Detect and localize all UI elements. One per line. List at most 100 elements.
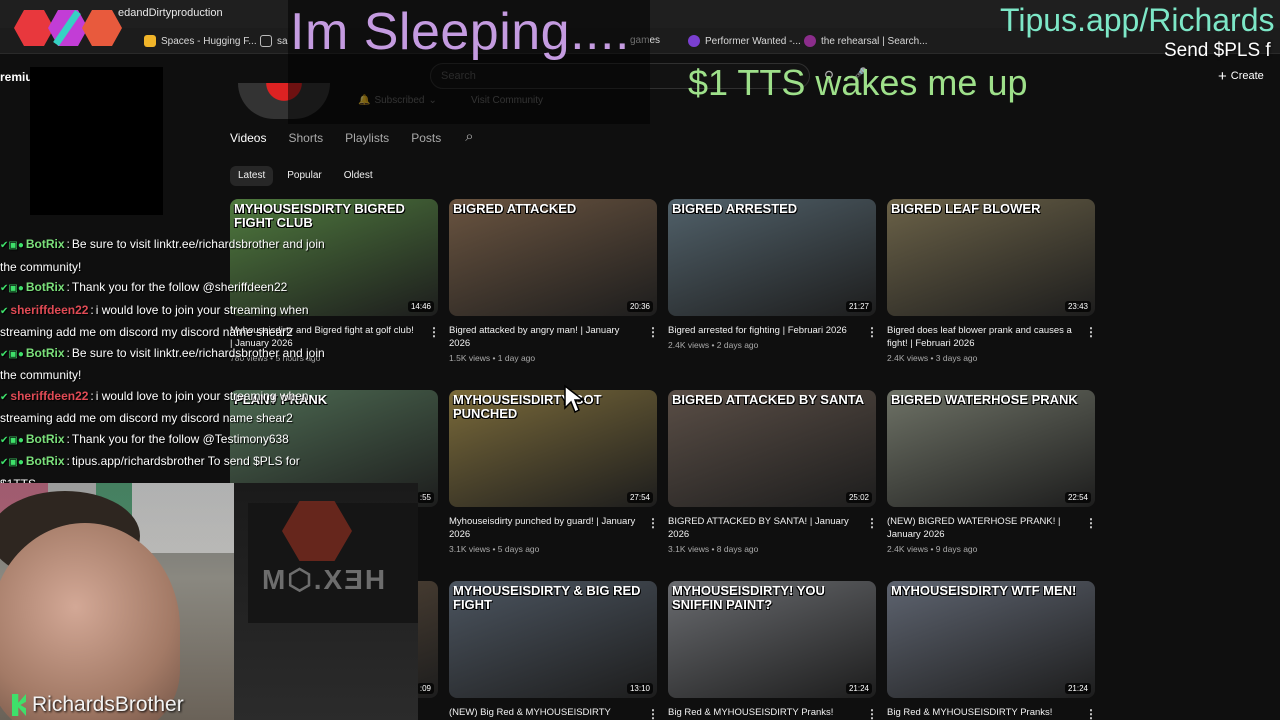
- video-thumbnail[interactable]: MYHOUSEISDIRTY & BIG RED FIGHT 13:10: [449, 581, 657, 698]
- thumbnail-text: BIGRED ATTACKED BY SANTA: [672, 392, 865, 407]
- chat-username[interactable]: sheriffdeen22: [10, 303, 88, 317]
- thumbnail-text: BIGRED WATERHOSE PRANK: [891, 392, 1078, 407]
- chat-message: ✔▣● BotRix: Be sure to visit linktr.ee/ric…: [0, 234, 330, 277]
- chat-message: ✔ sheriffdeen22: i would love to join your…: [0, 300, 330, 343]
- bookmark-icon: [804, 35, 816, 47]
- video-card[interactable]: MYHOUSEISDIRTY GOT PUNCHED 27:54 Myhouseis…: [449, 390, 659, 554]
- chip-popular[interactable]: Popular: [279, 166, 329, 186]
- video-thumbnail[interactable]: BIGRED ARRESTED 21:27: [668, 199, 876, 316]
- video-thumbnail[interactable]: MYHOUSEISDIRTY WTF MEN! 21:24: [887, 581, 1095, 698]
- create-button[interactable]: + Create: [1210, 65, 1272, 87]
- video-thumbnail[interactable]: BIGRED LEAF BLOWER 23:43: [887, 199, 1095, 316]
- video-meta: 2.4K views • 3 days ago: [887, 353, 978, 363]
- bookmark-icon: [688, 35, 700, 47]
- chat-username[interactable]: BotRix: [26, 432, 65, 446]
- video-meta: 3.1K views • 5 days ago: [449, 544, 540, 554]
- tipus-text: Tipus.app/Richards: [1000, 2, 1275, 38]
- video-card[interactable]: MYHOUSEISDIRTY & BIG RED FIGHT 13:10 (NEW)…: [449, 581, 659, 720]
- video-title[interactable]: Big Red & MYHOUSEISDIRTY Pranks!: [887, 706, 1075, 719]
- chat-badge-icon: ✔: [0, 391, 9, 403]
- video-duration: 14:46: [407, 301, 434, 312]
- video-duration: 25:02: [845, 492, 872, 503]
- video-card[interactable]: MYHOUSEISDIRTY WTF MEN! 21:24 Big Red & MY…: [887, 581, 1097, 720]
- thumbnail-text: BIGRED ARRESTED: [672, 201, 798, 216]
- browser-tab-title[interactable]: edandDirtyproduction: [118, 7, 223, 19]
- chat-message: ✔▣● BotRix: Thank you for the follow @Test…: [0, 429, 330, 452]
- chat-username[interactable]: sheriffdeen22: [10, 389, 88, 403]
- video-thumbnail[interactable]: MYHOUSEISDIRTY! YOU SNIFFIN PAINT? 21:24: [668, 581, 876, 698]
- bookmark-3[interactable]: Performer Wanted -...: [688, 35, 801, 47]
- thumbnail-text: MYHOUSEISDIRTY GOT PUNCHED: [453, 392, 602, 421]
- video-meta: 2.4K views • 2 days ago: [668, 340, 759, 350]
- video-thumbnail[interactable]: BIGRED WATERHOSE PRANK 22:54: [887, 390, 1095, 507]
- thumbnail-text: MYHOUSEISDIRTY WTF MEN!: [891, 583, 1077, 598]
- video-duration: 23:43: [1064, 301, 1091, 312]
- video-thumbnail[interactable]: BIGRED ATTACKED BY SANTA 25:02: [668, 390, 876, 507]
- video-title[interactable]: (NEW) BIGRED WATERHOSE PRANK! | January …: [887, 515, 1075, 541]
- video-card[interactable]: BIGRED ATTACKED BY SANTA 25:02 BIGRED ATTA…: [668, 390, 878, 554]
- hex-logo-icon: [14, 10, 122, 46]
- chat-badge-icon: ✔▣●: [0, 240, 24, 251]
- more-options-icon[interactable]: ⋮: [647, 707, 659, 720]
- chat-separator: :: [66, 431, 70, 446]
- more-options-icon[interactable]: ⋮: [866, 516, 878, 530]
- video-title[interactable]: (NEW) Big Red & MYHOUSEISDIRTY Fight!: [449, 706, 637, 720]
- hex-banner-mark: M⬡.XƎH: [262, 564, 388, 595]
- chip-latest[interactable]: Latest: [230, 166, 274, 186]
- streamer-name: RichardsBrother: [32, 693, 184, 716]
- chat-separator: :: [90, 302, 94, 317]
- chat-username[interactable]: BotRix: [26, 346, 65, 360]
- tab-shorts[interactable]: Shorts: [288, 131, 323, 145]
- chat-username[interactable]: BotRix: [26, 237, 65, 251]
- video-title[interactable]: Big Red & MYHOUSEISDIRTY Pranks!: [668, 706, 856, 719]
- chat-message: ✔▣● BotRix: Thank you for the follow @sher…: [0, 277, 330, 300]
- more-options-icon[interactable]: ⋮: [866, 707, 878, 720]
- video-title[interactable]: Bigred arrested for fighting | Februari …: [668, 324, 856, 337]
- chat-message: ✔ sheriffdeen22: i would love to join your…: [0, 386, 330, 429]
- video-title[interactable]: BIGRED ATTACKED BY SANTA! | January 2026: [668, 515, 856, 541]
- black-overlay-box: [30, 67, 163, 215]
- video-title[interactable]: Bigred attacked by angry man! | January …: [449, 324, 637, 350]
- more-options-icon[interactable]: ⋮: [866, 325, 878, 339]
- more-options-icon[interactable]: ⋮: [1085, 707, 1097, 720]
- more-options-icon[interactable]: ⋮: [1085, 325, 1097, 339]
- chat-separator: :: [66, 454, 70, 468]
- video-card[interactable]: BIGRED ATTACKED 20:36 Bigred attacked by a…: [449, 199, 659, 363]
- video-duration: 21:24: [1064, 683, 1091, 694]
- send-pls-text: Send $PLS f: [1164, 40, 1271, 61]
- tab-videos[interactable]: Videos: [230, 131, 266, 145]
- video-meta: 2.4K views • 9 days ago: [887, 544, 978, 554]
- youtube-premium-logo[interactable]: remiu: [0, 70, 33, 84]
- more-options-icon[interactable]: ⋮: [647, 516, 659, 530]
- tab-playlists[interactable]: Playlists: [345, 131, 389, 145]
- chat-username[interactable]: BotRix: [26, 454, 65, 468]
- thumbnail-text: MYHOUSEISDIRTY! YOU SNIFFIN PAINT?: [672, 583, 825, 612]
- bookmark-0[interactable]: Spaces - Hugging F...: [144, 35, 257, 47]
- tab-posts[interactable]: Posts: [411, 131, 441, 145]
- chip-oldest[interactable]: Oldest: [336, 166, 381, 186]
- channel-tabs: Videos Shorts Playlists Posts ⌕: [230, 129, 474, 145]
- video-thumbnail[interactable]: MYHOUSEISDIRTY GOT PUNCHED 27:54: [449, 390, 657, 507]
- video-duration: :55: [416, 492, 434, 503]
- video-title[interactable]: Myhouseisdirty punched by guard! | Janua…: [449, 515, 637, 541]
- chat-username[interactable]: BotRix: [26, 280, 65, 294]
- chat-badge-icon: ✔▣●: [0, 434, 24, 446]
- webcam-feed: M⬡.XƎH: [0, 483, 418, 720]
- more-options-icon[interactable]: ⋮: [1085, 516, 1097, 530]
- video-card[interactable]: BIGRED LEAF BLOWER 23:43 Bigred does leaf …: [887, 199, 1097, 363]
- video-title[interactable]: Bigred does leaf blower prank and causes…: [887, 324, 1075, 350]
- chat-text: Thank you for the follow @sheriffdeen22: [71, 280, 288, 294]
- chat-text: Thank you for the follow @Testimony638: [71, 431, 289, 446]
- bookmark-1[interactable]: sa: [260, 35, 288, 47]
- video-thumbnail[interactable]: BIGRED ATTACKED 20:36: [449, 199, 657, 316]
- tts-text: $1 TTS wakes me up: [688, 62, 1028, 103]
- plus-icon: +: [1218, 67, 1227, 85]
- channel-search-icon[interactable]: ⌕: [465, 129, 473, 145]
- bookmark-4[interactable]: the rehearsal | Search...: [804, 35, 928, 47]
- more-options-icon[interactable]: ⋮: [647, 325, 659, 339]
- video-card[interactable]: BIGRED WATERHOSE PRANK 22:54 (NEW) BIGRED …: [887, 390, 1097, 554]
- video-card[interactable]: BIGRED ARRESTED 21:27 Bigred arrested for …: [668, 199, 878, 350]
- kick-logo-icon: [12, 694, 26, 716]
- video-card[interactable]: MYHOUSEISDIRTY! YOU SNIFFIN PAINT? 21:24 B…: [668, 581, 878, 720]
- more-options-icon[interactable]: ⋮: [428, 325, 440, 339]
